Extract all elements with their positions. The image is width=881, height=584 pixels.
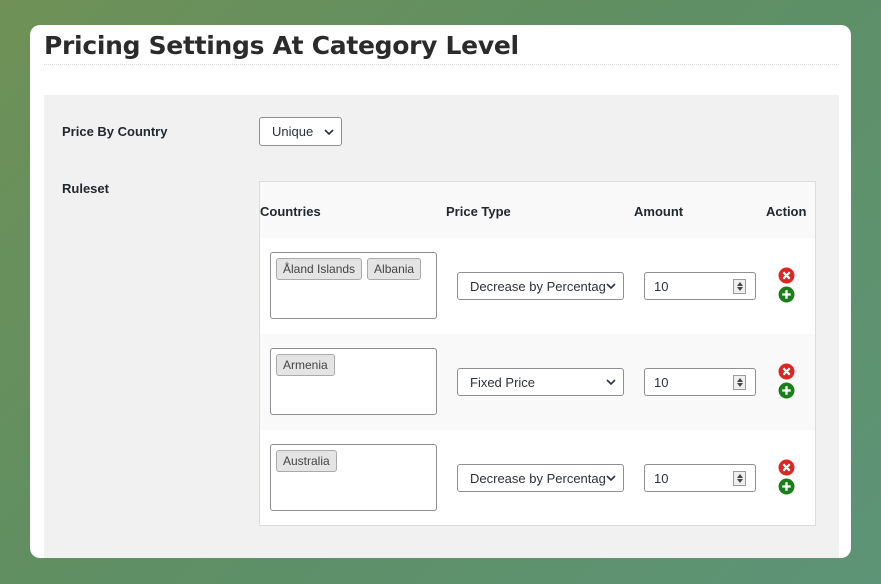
page-title: Pricing Settings At Category Level [44, 31, 519, 60]
amount-stepper[interactable] [733, 279, 746, 294]
country-tag[interactable]: Åland Islands [276, 258, 363, 280]
country-tag[interactable]: Albania [367, 258, 422, 280]
amount-value: 10 [654, 374, 669, 390]
ruleset-header: Countries Price Type Amount Action [260, 182, 815, 238]
remove-circle-icon[interactable] [778, 363, 795, 380]
countries-multiselect[interactable]: Armenia [270, 348, 437, 415]
column-countries: Countries [260, 204, 321, 219]
add-circle-icon[interactable] [778, 286, 795, 303]
column-amount: Amount [634, 204, 684, 219]
countries-multiselect[interactable]: Åland Islands Albania [270, 252, 437, 319]
title-divider [44, 64, 839, 65]
remove-circle-icon[interactable] [778, 267, 795, 284]
amount-input[interactable]: 10 [644, 272, 756, 300]
ruleset-label: Ruleset [62, 181, 109, 196]
chevron-down-icon [324, 128, 334, 135]
price-by-country-select[interactable]: Unique [259, 117, 342, 146]
remove-circle-icon[interactable] [778, 459, 795, 476]
chevron-down-icon [605, 280, 617, 292]
amount-value: 10 [654, 278, 669, 294]
price-by-country-value: Unique [272, 124, 314, 139]
ruleset-table: Countries Price Type Amount Action Åland… [259, 181, 816, 526]
add-circle-icon[interactable] [778, 382, 795, 399]
settings-panel: Price By Country Unique Ruleset Countrie… [44, 95, 839, 558]
table-row: Australia Decrease by Percentage 10 [260, 430, 815, 526]
table-row: Armenia Fixed Price 10 [260, 334, 815, 430]
amount-value: 10 [654, 470, 669, 486]
country-tag[interactable]: Australia [276, 450, 337, 472]
price-type-select[interactable]: Fixed Price [457, 368, 624, 396]
chevron-down-icon [605, 376, 617, 388]
price-type-value: Decrease by Percentage [470, 470, 614, 486]
add-circle-icon[interactable] [778, 478, 795, 495]
country-tag[interactable]: Armenia [276, 354, 335, 376]
countries-multiselect[interactable]: Australia [270, 444, 437, 511]
table-row: Åland Islands Albania Decrease by Percen… [260, 238, 815, 334]
price-type-select[interactable]: Decrease by Percentage [457, 464, 624, 492]
column-price-type: Price Type [446, 204, 511, 219]
price-type-value: Decrease by Percentage [470, 278, 614, 294]
amount-input[interactable]: 10 [644, 464, 756, 492]
amount-stepper[interactable] [733, 375, 746, 390]
price-type-value: Fixed Price [470, 374, 536, 390]
pricing-settings-card: Pricing Settings At Category Level Price… [30, 25, 851, 558]
amount-stepper[interactable] [733, 471, 746, 486]
column-action: Action [766, 204, 807, 219]
price-type-select[interactable]: Decrease by Percentage [457, 272, 624, 300]
price-by-country-label: Price By Country [62, 124, 168, 139]
amount-input[interactable]: 10 [644, 368, 756, 396]
chevron-down-icon [605, 472, 617, 484]
